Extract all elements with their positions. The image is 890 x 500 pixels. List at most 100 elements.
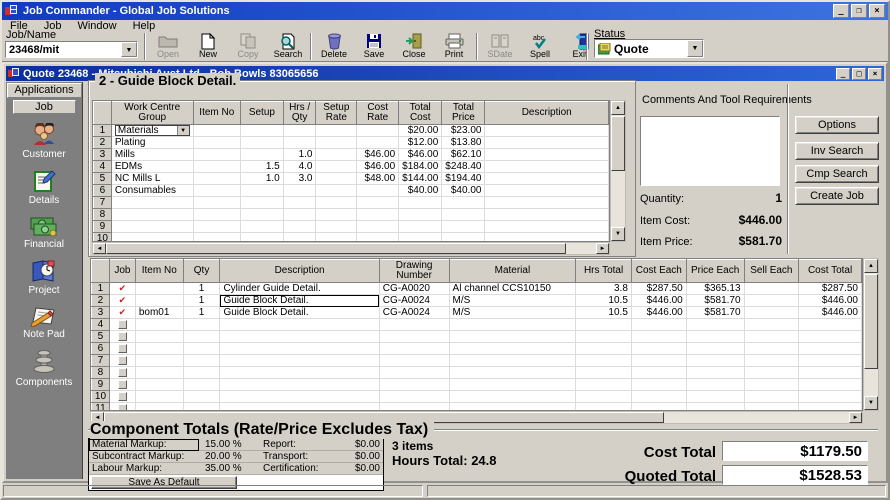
grid-cell[interactable] — [357, 185, 399, 197]
grid-cell[interactable] — [111, 197, 193, 209]
grid-cell[interactable] — [135, 295, 183, 307]
column-header[interactable]: Work Centre Group — [111, 102, 193, 125]
grid-cell[interactable] — [283, 185, 316, 197]
grid-cell[interactable] — [241, 221, 284, 233]
grid-cell[interactable] — [449, 331, 576, 343]
job-cell-button[interactable] — [118, 380, 127, 389]
grid-cell[interactable] — [316, 197, 357, 209]
column-header[interactable]: Cost Rate — [357, 102, 399, 125]
grid-cell[interactable] — [109, 367, 135, 379]
grid-cell[interactable] — [379, 319, 449, 331]
grid-cell[interactable]: $287.50 — [631, 283, 686, 295]
work-centre-combo[interactable]: Materials▼ — [115, 125, 190, 136]
column-header[interactable]: Job — [109, 260, 135, 283]
grid-cell[interactable] — [449, 355, 576, 367]
grid-cell[interactable] — [135, 319, 183, 331]
scroll-up-icon[interactable]: ▲ — [611, 101, 625, 115]
material-markup-value[interactable]: 15.00 % — [199, 439, 263, 450]
row-number[interactable]: 4 — [92, 319, 110, 331]
options-button[interactable]: Options — [795, 116, 879, 134]
sidebar-item-customer[interactable]: Customer — [6, 123, 82, 160]
grid-cell[interactable] — [241, 209, 284, 221]
column-header[interactable]: Material — [449, 260, 576, 283]
grid-cell[interactable]: Materials▼ — [111, 125, 193, 137]
job-name-combo[interactable]: 23468/mit ▼ — [5, 41, 138, 58]
grid-cell[interactable] — [283, 209, 316, 221]
grid-cell[interactable] — [485, 173, 609, 185]
row-number[interactable]: 2 — [92, 295, 110, 307]
grid-cell[interactable] — [316, 125, 357, 137]
grid-cell[interactable]: $40.00 — [399, 185, 442, 197]
grid-cell[interactable] — [111, 233, 193, 243]
material-markup-label[interactable]: Material Markup: — [89, 439, 199, 451]
grid-cell[interactable]: Mills — [111, 149, 193, 161]
cmp-search-button[interactable]: Cmp Search — [795, 165, 879, 183]
grid-cell[interactable]: CG-A0024 — [379, 295, 449, 307]
row-number[interactable]: 3 — [94, 149, 112, 161]
labour-markup-value[interactable]: 35.00 % — [199, 463, 263, 474]
grid-cell[interactable]: $365.13 — [686, 283, 744, 295]
grid-cell[interactable] — [220, 391, 379, 403]
grid-cell[interactable]: Guide Block Detail. — [220, 307, 379, 319]
job-cell-button[interactable] — [118, 320, 127, 329]
certification-value[interactable]: $0.00 — [335, 463, 383, 474]
grid-cell[interactable] — [220, 319, 379, 331]
grid-cell[interactable]: $194.40 — [442, 173, 485, 185]
grid-cell[interactable] — [686, 367, 744, 379]
grid-cell[interactable]: $581.70 — [686, 307, 744, 319]
grid-cell[interactable] — [631, 343, 686, 355]
grid-cell[interactable] — [399, 233, 442, 243]
grid-cell[interactable] — [399, 221, 442, 233]
grid-cell[interactable] — [109, 391, 135, 403]
spell-button[interactable]: abc Spell — [520, 32, 560, 61]
grid-cell[interactable] — [241, 125, 284, 137]
grid-cell[interactable]: 3.0 — [283, 173, 316, 185]
grid-cell[interactable] — [485, 137, 609, 149]
grid-cell[interactable] — [485, 185, 609, 197]
column-header[interactable]: Setup — [241, 102, 284, 125]
grid-cell[interactable]: M/S — [449, 307, 576, 319]
scrollbar-thumb[interactable] — [611, 116, 625, 171]
grid-cell[interactable] — [241, 233, 284, 243]
grid-cell[interactable] — [449, 403, 576, 412]
sidebar-item-project[interactable]: Project — [6, 259, 82, 296]
grid-cell[interactable] — [485, 125, 609, 137]
grid-cell[interactable] — [135, 391, 183, 403]
row-number[interactable]: 6 — [92, 343, 110, 355]
maximize-button[interactable]: □ — [852, 68, 866, 80]
grid-cell[interactable] — [193, 209, 240, 221]
grid-cell[interactable] — [283, 125, 316, 137]
grid-cell[interactable] — [135, 403, 183, 412]
grid-cell[interactable] — [193, 197, 240, 209]
grid-cell[interactable]: $13.80 — [442, 137, 485, 149]
grid-cell[interactable] — [799, 391, 862, 403]
grid-cell[interactable] — [379, 331, 449, 343]
grid-cell[interactable] — [799, 355, 862, 367]
grid-cell[interactable]: $23.00 — [442, 125, 485, 137]
grid-cell[interactable] — [316, 161, 357, 173]
grid-cell[interactable] — [799, 331, 862, 343]
grid-cell[interactable] — [744, 319, 799, 331]
grid-cell[interactable]: $46.00 — [357, 161, 399, 173]
row-number[interactable]: 5 — [94, 173, 112, 185]
grid-cell[interactable] — [357, 233, 399, 243]
row-number[interactable]: 9 — [92, 379, 110, 391]
grid-cell[interactable] — [135, 367, 183, 379]
grid-cell[interactable] — [449, 379, 576, 391]
subcontract-markup-value[interactable]: 20.00 % — [199, 451, 263, 462]
grid-cell[interactable] — [109, 403, 135, 412]
grid-cell[interactable] — [283, 137, 316, 149]
row-number[interactable]: 9 — [94, 221, 112, 233]
row-number[interactable]: 8 — [94, 209, 112, 221]
grid-cell[interactable] — [193, 221, 240, 233]
grid-cell[interactable] — [109, 343, 135, 355]
create-job-button[interactable]: Create Job — [795, 187, 879, 205]
tab-applications[interactable]: Applications — [7, 83, 82, 98]
horizontal-scrollbar[interactable]: ◄ ► — [92, 242, 610, 255]
grid-cell[interactable]: $46.00 — [399, 149, 442, 161]
grid-cell[interactable] — [442, 197, 485, 209]
scroll-down-icon[interactable]: ▼ — [864, 396, 878, 410]
grid-cell[interactable]: 1.0 — [241, 173, 284, 185]
minimize-button[interactable]: _ — [836, 68, 850, 80]
close-window-button[interactable]: Close — [394, 32, 434, 61]
